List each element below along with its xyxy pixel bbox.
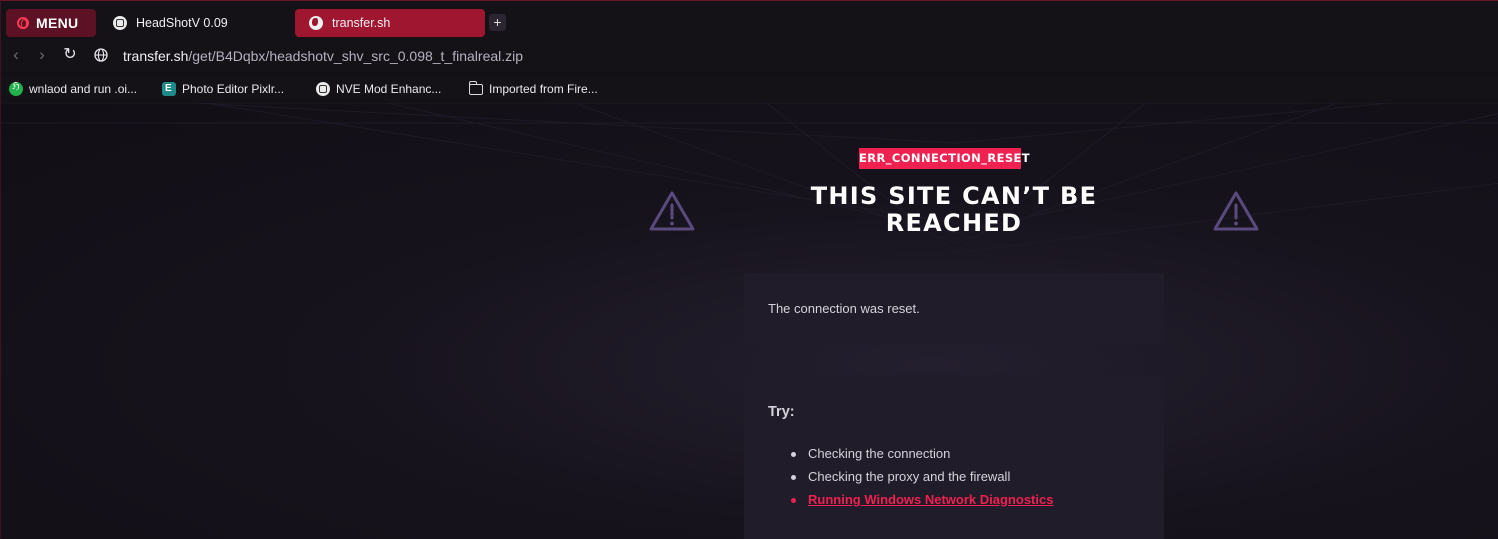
tab-headshotv[interactable]: HeadShotV 0.09 bbox=[99, 9, 291, 37]
bookmark-item[interactable]: Photo Editor Pixlr... bbox=[162, 80, 284, 98]
suggestions-card: Try: Checking the connection Checking th… bbox=[744, 375, 1164, 539]
url-path: /get/B4Dqbx/headshotv_shv_src_0.098_t_fi… bbox=[188, 48, 524, 64]
warning-icon bbox=[1213, 191, 1259, 231]
suggestions-heading: Try: bbox=[768, 404, 795, 420]
bookmark-item[interactable]: wnlaod and run .oi... bbox=[9, 80, 137, 98]
pixlr-icon bbox=[162, 82, 176, 96]
bookmark-label: Imported from Fire... bbox=[489, 82, 598, 96]
reload-icon[interactable]: ↻ bbox=[61, 46, 79, 64]
back-icon[interactable]: ‹ bbox=[7, 46, 25, 64]
chatgpt-icon bbox=[113, 16, 127, 30]
suggestions-list: Checking the connection Checking the pro… bbox=[768, 446, 1053, 515]
error-message-card: The connection was reset. bbox=[744, 273, 1164, 343]
error-code-badge: ERR_CONNECTION_RESET bbox=[859, 148, 1030, 169]
bookmark-item[interactable]: NVE Mod Enhanc... bbox=[316, 80, 441, 98]
bookmark-label: wnlaod and run .oi... bbox=[29, 82, 138, 96]
error-message: The connection was reset. bbox=[768, 301, 920, 316]
error-page: ERR_CONNECTION_RESET THIS SITE CAN’T BE … bbox=[1, 103, 1498, 539]
globe-icon bbox=[309, 16, 323, 30]
chatgpt-icon bbox=[316, 82, 330, 96]
tab-strip: MENU HeadShotV 0.09 transfer.sh + bbox=[1, 1, 1498, 39]
network-diagnostics-link[interactable]: Running Windows Network Diagnostics bbox=[768, 492, 1053, 515]
bookmark-label: NVE Mod Enhanc... bbox=[336, 82, 442, 96]
forward-icon[interactable]: › bbox=[33, 46, 51, 64]
tab-title: transfer.sh bbox=[332, 16, 391, 30]
url-field[interactable]: transfer.sh/get/B4Dqbx/headshotv_shv_src… bbox=[123, 48, 523, 64]
error-title: THIS SITE CAN’T BE REACHED bbox=[810, 182, 1098, 237]
browser-window: MENU HeadShotV 0.09 transfer.sh + ‹ › ↻ … bbox=[0, 0, 1498, 539]
opera-logo-icon bbox=[17, 17, 29, 29]
address-bar: ‹ › ↻ transfer.sh/get/B4Dqbx/headshotv_s… bbox=[1, 39, 1498, 73]
menu-label: MENU bbox=[36, 15, 79, 31]
bookmarks-bar: wnlaod and run .oi... Photo Editor Pixlr… bbox=[1, 75, 1498, 103]
bookmark-folder[interactable]: Imported from Fire... bbox=[469, 80, 598, 98]
site-info-globe-icon[interactable] bbox=[94, 48, 108, 62]
folder-icon bbox=[469, 80, 483, 95]
tab-title: HeadShotV 0.09 bbox=[136, 16, 228, 30]
tab-transfer-sh[interactable]: transfer.sh bbox=[295, 9, 485, 37]
new-tab-button[interactable]: + bbox=[489, 14, 506, 31]
script-icon bbox=[9, 81, 23, 96]
warning-icon bbox=[649, 191, 695, 231]
suggestion-item: Checking the connection bbox=[768, 446, 1053, 469]
url-host: transfer.sh bbox=[123, 48, 189, 64]
bookmark-label: Photo Editor Pixlr... bbox=[182, 82, 285, 96]
suggestion-item: Checking the proxy and the firewall bbox=[768, 469, 1053, 492]
menu-button[interactable]: MENU bbox=[6, 9, 96, 37]
